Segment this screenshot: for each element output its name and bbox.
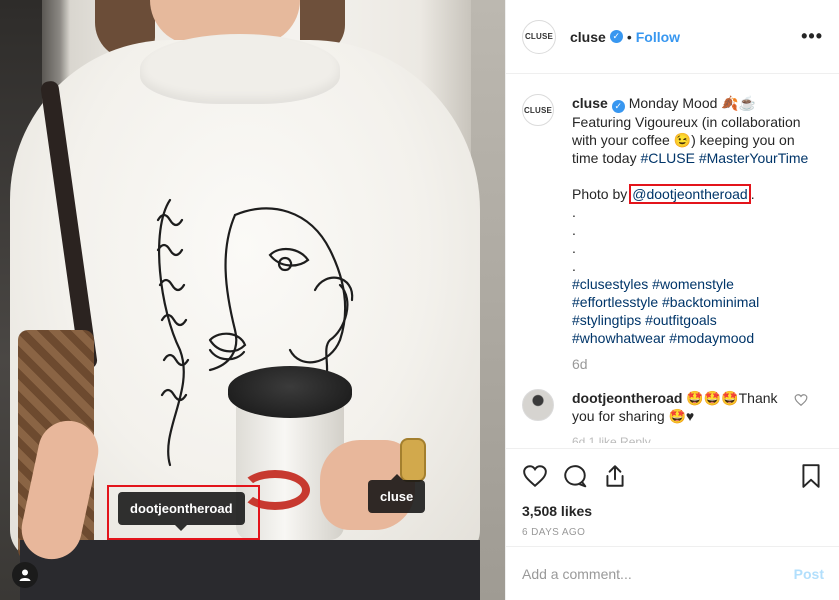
hashtag-link[interactable]: #womenstyle <box>652 276 734 292</box>
hashtag-link[interactable]: #clusestyles <box>572 276 648 292</box>
comment-like-heart-icon[interactable] <box>794 393 808 407</box>
comment-body: dootjeontheroad 🤩🤩🤩Thank you for sharing… <box>572 389 782 425</box>
caption-line-1: Monday Mood 🍂☕ <box>628 95 757 111</box>
hashtag-link[interactable]: #whowhatwear <box>572 330 665 346</box>
header-avatar[interactable]: CLUSE <box>522 19 556 54</box>
hashtag-link[interactable]: #stylingtips <box>572 312 641 328</box>
photo-tag-cluse[interactable]: cluse <box>368 474 426 513</box>
hashtag-link[interactable]: #CLUSE <box>640 150 694 166</box>
caption-dot: . <box>572 221 576 238</box>
likes-count[interactable]: 3,508 likes <box>522 503 824 519</box>
photo-by-label: Photo by <box>572 185 628 202</box>
header-username[interactable]: cluse <box>570 29 606 45</box>
hashtag-link[interactable]: #modaymood <box>669 330 754 346</box>
verified-badge-icon: ✓ <box>609 30 623 43</box>
caption: CLUSE cluse ✓ Monday Mood 🍂☕ Featuring Vi… <box>522 94 824 373</box>
comment-item: dootjeontheroad 🤩🤩🤩Thank you for sharing… <box>522 388 824 425</box>
caption-body: cluse ✓ Monday Mood 🍂☕ Featuring Vigoureu… <box>572 94 812 373</box>
caption-line-4: time today <box>572 149 637 166</box>
caption-dot: . <box>572 239 576 256</box>
user-icon <box>19 569 31 581</box>
hashtag-link[interactable]: #outfitgoals <box>645 312 717 328</box>
bookmark-icon[interactable] <box>798 463 824 489</box>
post-comment-button[interactable]: Post <box>794 566 824 582</box>
add-comment-input[interactable] <box>522 565 794 582</box>
photo-cup-lid <box>228 366 352 418</box>
comment-username[interactable]: dootjeontheroad <box>572 390 682 406</box>
photo-watch <box>400 438 426 482</box>
comment-meta-cutoff: 6d 1 like Reply <box>572 434 651 443</box>
hashtag-link[interactable]: #MasterYourTime <box>699 150 808 166</box>
photo-jeans <box>20 540 480 600</box>
caption-username[interactable]: cluse <box>572 95 608 111</box>
post-date[interactable]: 6 DAYS AGO <box>522 527 824 538</box>
comments-area[interactable]: CLUSE cluse ✓ Monday Mood 🍂☕ Featuring Vi… <box>506 74 839 448</box>
share-upload-icon[interactable] <box>602 463 628 489</box>
more-options-icon[interactable]: ••• <box>801 26 823 47</box>
header-separator: • <box>626 28 632 45</box>
caption-age[interactable]: 6d <box>572 355 812 373</box>
follow-button[interactable]: Follow <box>636 29 680 45</box>
caption-line-3: with your coffee 😉) keeping you on <box>572 131 795 148</box>
highlight-box-tag <box>107 485 260 540</box>
post-photo[interactable]: dootjeontheroad cluse <box>0 0 505 600</box>
commenter-avatar[interactable] <box>522 388 554 421</box>
caption-line-2: Featuring Vigoureux (in collaboration <box>572 113 801 130</box>
verified-badge-icon: ✓ <box>611 99 625 113</box>
photo-by-suffix: . <box>750 185 755 202</box>
caption-dot: . <box>572 203 576 220</box>
photo-by-mention-link[interactable]: @dootjeontheroad <box>629 183 751 204</box>
hashtag-link[interactable]: #effortlesstyle <box>572 294 658 310</box>
add-comment-bar: Post <box>506 546 839 600</box>
tagged-users-button[interactable] <box>12 562 38 588</box>
post-side-panel: CLUSE cluse ✓ • Follow ••• CLUSE cluse ✓ … <box>505 0 839 600</box>
caption-avatar[interactable]: CLUSE <box>522 94 554 126</box>
post-header: CLUSE cluse ✓ • Follow ••• <box>506 0 839 74</box>
hashtag-link[interactable]: #backtominimal <box>662 294 759 310</box>
comment-bubble-icon[interactable] <box>562 463 588 489</box>
caption-dot: . <box>572 257 576 274</box>
post-actions: 3,508 likes 6 DAYS AGO <box>506 448 839 538</box>
photo-collar <box>140 34 340 104</box>
action-icons <box>522 461 824 491</box>
like-heart-icon[interactable] <box>522 463 548 489</box>
